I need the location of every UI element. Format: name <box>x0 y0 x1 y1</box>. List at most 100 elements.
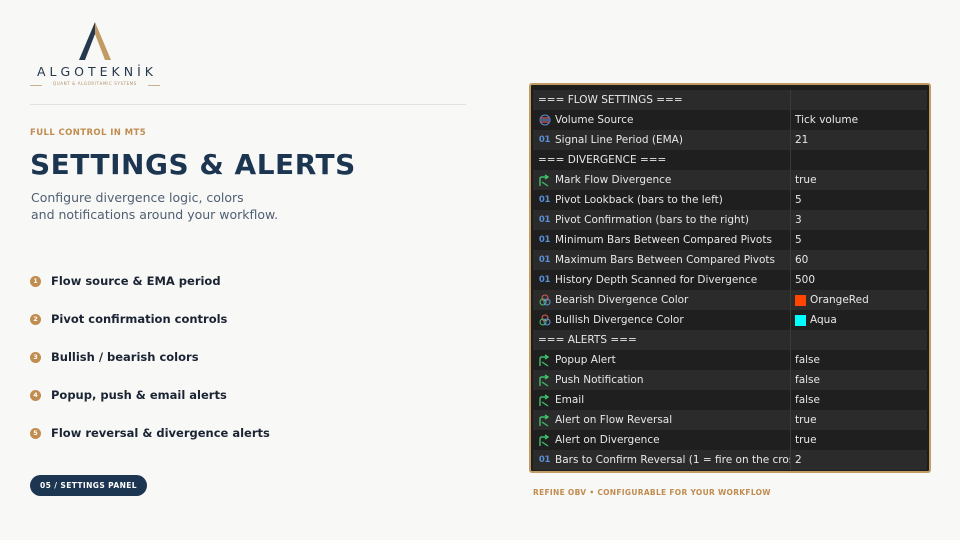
page-title: SETTINGS & ALERTS <box>30 148 356 181</box>
setting-label: Pivot Confirmation (bars to the right) <box>555 214 749 226</box>
setting-value: 5 <box>795 234 802 246</box>
feature-item: 3 Bullish / bearish colors <box>30 338 270 376</box>
setting-value-cell[interactable]: 5 <box>791 190 927 210</box>
setting-name-cell: 01 Signal Line Period (EMA) <box>533 130 791 150</box>
setting-value-cell[interactable]: Aqua <box>791 310 927 330</box>
integer-icon: 01 <box>538 455 551 465</box>
setting-value-cell <box>791 330 927 350</box>
settings-row[interactable]: 01 Minimum Bars Between Compared Pivots 5 <box>533 230 927 250</box>
setting-name-cell: === ALERTS === <box>533 330 791 350</box>
feature-label: Pivot confirmation controls <box>51 312 228 326</box>
setting-label: === FLOW SETTINGS === <box>538 94 683 106</box>
settings-row[interactable]: Email false <box>533 390 927 410</box>
settings-row[interactable]: 01 Pivot Lookback (bars to the left) 5 <box>533 190 927 210</box>
settings-row[interactable]: Bearish Divergence Color OrangeRed <box>533 290 927 310</box>
setting-value-cell[interactable]: 5 <box>791 230 927 250</box>
setting-value: 21 <box>795 134 809 146</box>
settings-section-row: === ALERTS === <box>533 330 927 350</box>
settings-row[interactable]: Push Notification false <box>533 370 927 390</box>
setting-value-cell[interactable]: false <box>791 370 927 390</box>
feature-number-badge: 5 <box>30 427 41 439</box>
setting-value-cell[interactable]: 21 <box>791 130 927 150</box>
setting-label: Maximum Bars Between Compared Pivots <box>555 254 775 266</box>
setting-value: true <box>795 174 817 186</box>
feature-list: 1 Flow source & EMA period 2 Pivot confirma… <box>30 262 270 452</box>
setting-value-cell[interactable]: true <box>791 170 927 190</box>
feature-item: 1 Flow source & EMA period <box>30 262 270 300</box>
setting-value-cell <box>791 150 927 170</box>
settings-row[interactable]: 01 History Depth Scanned for Divergence 50… <box>533 270 927 290</box>
setting-value-cell[interactable]: true <box>791 430 927 450</box>
settings-row[interactable]: 01 Signal Line Period (EMA) 21 <box>533 130 927 150</box>
setting-label: History Depth Scanned for Divergence <box>555 274 758 286</box>
integer-icon: 01 <box>538 275 551 285</box>
setting-name-cell: Volume Source <box>533 110 791 130</box>
feature-number-badge: 2 <box>30 313 41 325</box>
setting-value: false <box>795 374 820 386</box>
feature-item: 4 Popup, push & email alerts <box>30 376 270 414</box>
setting-value-cell[interactable]: 3 <box>791 210 927 230</box>
setting-name-cell: 01 History Depth Scanned for Divergence <box>533 270 791 290</box>
settings-row[interactable]: Mark Flow Divergence true <box>533 170 927 190</box>
setting-label: === DIVERGENCE === <box>538 154 667 166</box>
header-divider <box>30 104 466 105</box>
setting-value-cell[interactable]: OrangeRed <box>791 290 927 310</box>
boolean-icon <box>538 433 551 447</box>
setting-value-cell[interactable]: false <box>791 390 927 410</box>
settings-section-row: === DIVERGENCE === <box>533 150 927 170</box>
settings-row[interactable]: 01 Maximum Bars Between Compared Pivots 60 <box>533 250 927 270</box>
logo-tagline: QUANT & ALGORITHMIC SYSTEMS <box>53 81 137 86</box>
setting-name-cell: Email <box>533 390 791 410</box>
logo-mark-icon <box>79 22 111 60</box>
eyebrow-label: FULL CONTROL IN MT5 <box>30 128 147 138</box>
boolean-icon <box>538 393 551 407</box>
setting-name-cell: === DIVERGENCE === <box>533 150 791 170</box>
setting-name-cell: Bearish Divergence Color <box>533 290 791 310</box>
feature-label: Bullish / bearish colors <box>51 350 199 364</box>
integer-icon: 01 <box>538 135 551 145</box>
color-swatch <box>795 314 806 326</box>
setting-value: 2 <box>795 454 802 466</box>
feature-label: Flow reversal & divergence alerts <box>51 426 270 440</box>
setting-value-cell[interactable]: 2 <box>791 450 927 470</box>
setting-value-cell[interactable]: true <box>791 410 927 430</box>
setting-label: Minimum Bars Between Compared Pivots <box>555 234 772 246</box>
feature-number-badge: 4 <box>30 389 41 401</box>
setting-value: true <box>795 414 817 426</box>
setting-name-cell: === FLOW SETTINGS === <box>533 90 791 110</box>
setting-name-cell: Popup Alert <box>533 350 791 370</box>
feature-number-badge: 3 <box>30 351 41 363</box>
setting-name-cell: 01 Maximum Bars Between Compared Pivots <box>533 250 791 270</box>
settings-row[interactable]: Alert on Flow Reversal true <box>533 410 927 430</box>
color-swatch <box>795 294 806 306</box>
settings-row[interactable]: Popup Alert false <box>533 350 927 370</box>
settings-row[interactable]: 01 Bars to Confirm Reversal (1 = fire on … <box>533 450 927 470</box>
feature-number-badge: 1 <box>30 275 41 287</box>
setting-value: Tick volume <box>795 114 859 126</box>
setting-label: Push Notification <box>555 374 644 386</box>
setting-name-cell: Alert on Flow Reversal <box>533 410 791 430</box>
settings-row[interactable]: Alert on Divergence true <box>533 430 927 450</box>
setting-value-cell[interactable]: 500 <box>791 270 927 290</box>
subtitle-line-1: Configure divergence logic, colors <box>31 190 244 205</box>
setting-value: true <box>795 434 817 446</box>
setting-label: Email <box>555 394 585 406</box>
settings-row[interactable]: Bullish Divergence Color Aqua <box>533 310 927 330</box>
integer-icon: 01 <box>538 195 551 205</box>
setting-value: 3 <box>795 214 802 226</box>
setting-label: Signal Line Period (EMA) <box>555 134 683 146</box>
setting-label: Alert on Flow Reversal <box>555 414 673 426</box>
setting-value: 5 <box>795 194 802 206</box>
settings-row[interactable]: Volume Source Tick volume <box>533 110 927 130</box>
setting-value: false <box>795 394 820 406</box>
settings-row[interactable]: 01 Pivot Confirmation (bars to the right)… <box>533 210 927 230</box>
setting-value-cell[interactable]: false <box>791 350 927 370</box>
color-icon <box>538 314 551 327</box>
settings-panel: === FLOW SETTINGS === Volume Source Tick v… <box>529 83 931 473</box>
setting-name-cell: 01 Minimum Bars Between Compared Pivots <box>533 230 791 250</box>
setting-value-cell[interactable]: Tick volume <box>791 110 927 130</box>
integer-icon: 01 <box>538 215 551 225</box>
setting-value-cell[interactable]: 60 <box>791 250 927 270</box>
logo-brand-text: ALGOTEKNİK <box>36 64 157 79</box>
feature-label: Popup, push & email alerts <box>51 388 227 402</box>
